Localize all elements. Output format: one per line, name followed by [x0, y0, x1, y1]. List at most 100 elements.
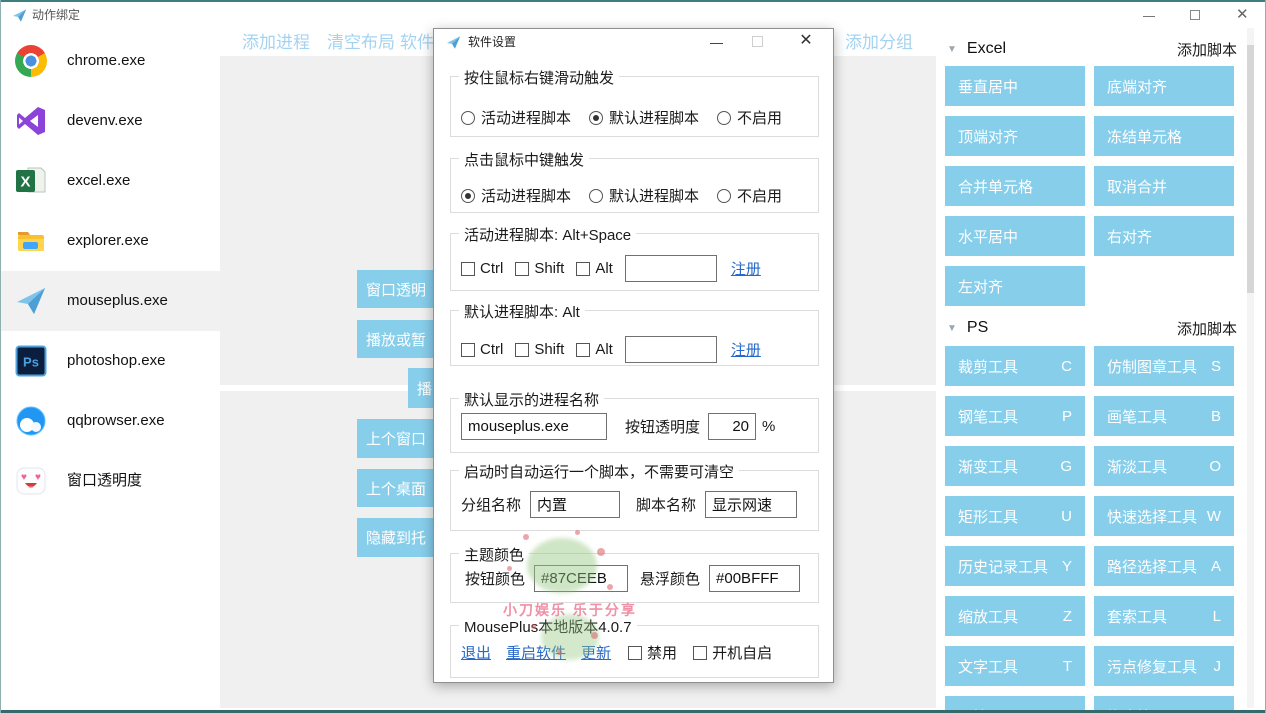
register-link[interactable]: 注册 [731, 339, 761, 360]
excel-script-button[interactable]: 取消合并 [1094, 166, 1234, 206]
sidebar-item-label: excel.exe [67, 151, 130, 211]
sidebar-item-photoshop[interactable]: Ps photoshop.exe [1, 331, 220, 391]
canvas-button-play-pause[interactable]: 播放或暂 [357, 320, 443, 358]
script-label: 冻结单元格 [1107, 126, 1182, 147]
dialog-minimize-button[interactable] [710, 33, 728, 51]
ps-script-button[interactable]: 历史记录工具Y [945, 546, 1085, 586]
ps-script-button[interactable]: 钢笔工具P [945, 396, 1085, 436]
ps-script-button[interactable]: 渐变工具 G [945, 446, 1085, 486]
sidebar-item-qqbrowser[interactable]: qqbrowser.exe [1, 391, 220, 451]
sidebar-item-explorer[interactable]: explorer.exe [1, 211, 220, 271]
checkbox-icon [461, 343, 475, 357]
checkbox-shift[interactable]: Shift [515, 341, 564, 358]
script-label: 渐变工具 [958, 456, 1018, 477]
maximize-button[interactable] [1190, 8, 1204, 22]
checkbox-icon [515, 262, 529, 276]
script-label: 钢笔工具 [958, 406, 1018, 427]
excel-script-button[interactable]: 右对齐 [1094, 216, 1234, 256]
close-button[interactable]: ✕ [1236, 8, 1250, 22]
script-key: G [1060, 458, 1072, 475]
checkbox-alt[interactable]: Alt [576, 341, 613, 358]
menu-clear-layout[interactable]: 清空布局 [327, 30, 395, 56]
add-script-link[interactable]: 添加脚本 [1177, 39, 1237, 60]
ps-script-button[interactable]: 污点修复工具J [1094, 646, 1234, 686]
radio-option-disabled[interactable]: 不启用 [717, 185, 782, 206]
right-panel-scrollbar[interactable] [1247, 28, 1254, 708]
collapse-triangle-icon[interactable]: ▼ [947, 44, 957, 55]
register-link[interactable]: 注册 [731, 258, 761, 279]
menu-add-process[interactable]: 添加进程 [242, 30, 310, 56]
update-link[interactable]: 更新 [581, 642, 611, 663]
excel-script-button[interactable]: 垂直居中 [945, 66, 1085, 106]
excel-script-button[interactable]: 水平居中 [945, 216, 1085, 256]
percent-label: % [762, 418, 775, 435]
add-script-link[interactable]: 添加脚本 [1177, 318, 1237, 339]
radio-option-active-script[interactable]: 活动进程脚本 [461, 107, 571, 128]
exit-link[interactable]: 退出 [461, 642, 491, 663]
script-key: A [1211, 558, 1221, 575]
ps-script-button[interactable]: 仿制图章工具S [1094, 346, 1234, 386]
script-key: C [1061, 358, 1072, 375]
radio-option-active-script[interactable]: 活动进程脚本 [461, 185, 571, 206]
radio-option-disabled[interactable]: 不启用 [717, 107, 782, 128]
autorun-group-input[interactable] [530, 491, 620, 518]
checkbox-shift[interactable]: Shift [515, 260, 564, 277]
sidebar-item-chrome[interactable]: chrome.exe [1, 31, 220, 91]
hotkey-input[interactable] [625, 255, 717, 282]
scrollbar-thumb[interactable] [1247, 45, 1254, 293]
autorun-script-input[interactable] [705, 491, 797, 518]
group-autorun-script: 启动时自动运行一个脚本，不需要可清空 分组名称 脚本名称 [450, 470, 819, 531]
ps-script-button[interactable]: 画笔工具B [1094, 396, 1234, 436]
restart-link[interactable]: 重启软件 [506, 642, 566, 663]
checkbox-ctrl[interactable]: Ctrl [461, 260, 503, 277]
sidebar-item-mouseplus[interactable]: mouseplus.exe [1, 271, 220, 331]
button-opacity-input[interactable] [708, 413, 756, 440]
collapse-triangle-icon[interactable]: ▼ [947, 323, 957, 334]
sidebar-item-window-opacity[interactable]: ♥♥ 窗口透明度 [1, 451, 220, 511]
excel-script-button[interactable]: 冻结单元格 [1094, 116, 1234, 156]
dialog-close-button[interactable]: ✕ [796, 31, 816, 51]
ps-script-button[interactable]: 裁剪工具C [945, 346, 1085, 386]
ps-script-button[interactable]: 渐淡工具O [1094, 446, 1234, 486]
canvas-button-prev-window[interactable]: 上个窗口 [357, 419, 443, 458]
ps-script-button[interactable]: 套索工具L [1094, 596, 1234, 636]
minimize-button[interactable] [1143, 8, 1157, 22]
excel-script-button[interactable]: 底端对齐 [1094, 66, 1234, 106]
script-key: W [1207, 508, 1221, 525]
hover-color-input[interactable] [709, 565, 800, 592]
script-label: 渐淡工具 [1107, 456, 1167, 477]
canvas-button-window-opacity[interactable]: 窗口透明 [357, 270, 443, 308]
ps-script-button[interactable]: 缩放工具Z [945, 596, 1085, 636]
excel-script-button[interactable]: 顶端对齐 [945, 116, 1085, 156]
dialog-maximize-button[interactable] [752, 33, 770, 51]
checkbox-ctrl[interactable]: Ctrl [461, 341, 503, 358]
default-process-input[interactable] [461, 413, 607, 440]
sidebar-item-label: devenv.exe [67, 91, 143, 151]
svg-text:♥: ♥ [35, 472, 41, 483]
sidebar-item-excel[interactable]: X excel.exe [1, 151, 220, 211]
radio-option-default-script[interactable]: 默认进程脚本 [589, 107, 699, 128]
group-legend: 活动进程脚本: Alt+Space [459, 224, 636, 245]
ps-script-button[interactable]: 路径选择工具A [1094, 546, 1234, 586]
radio-option-default-script[interactable]: 默认进程脚本 [589, 185, 699, 206]
checkbox-alt[interactable]: Alt [576, 260, 613, 277]
script-key: B [1211, 408, 1221, 425]
excel-script-button[interactable]: 合并单元格 [945, 166, 1085, 206]
canvas-button-prev-desktop[interactable]: 上个桌面 [357, 469, 443, 507]
menu-add-group[interactable]: 添加分组 [845, 30, 913, 56]
checkbox-label: Alt [595, 341, 613, 358]
app-title: 动作绑定 [32, 2, 80, 28]
ps-script-button[interactable]: 文字工具T [945, 646, 1085, 686]
button-color-input[interactable] [534, 565, 628, 592]
sidebar-item-devenv[interactable]: devenv.exe [1, 91, 220, 151]
hotkey-input[interactable] [625, 336, 717, 363]
ps-script-button[interactable]: 快速选择工具W [1094, 496, 1234, 536]
checkbox-autostart[interactable]: 开机自启 [693, 642, 772, 663]
excel-script-button[interactable]: 左对齐 [945, 266, 1085, 306]
ps-script-button[interactable]: 矩形工具U [945, 496, 1085, 536]
script-key: J [1214, 658, 1222, 675]
checkbox-disable[interactable]: 禁用 [628, 642, 677, 663]
chrome-icon [15, 45, 47, 77]
svg-text:♥: ♥ [21, 472, 27, 483]
canvas-button-hide-to-tray[interactable]: 隐藏到托 [357, 518, 443, 557]
